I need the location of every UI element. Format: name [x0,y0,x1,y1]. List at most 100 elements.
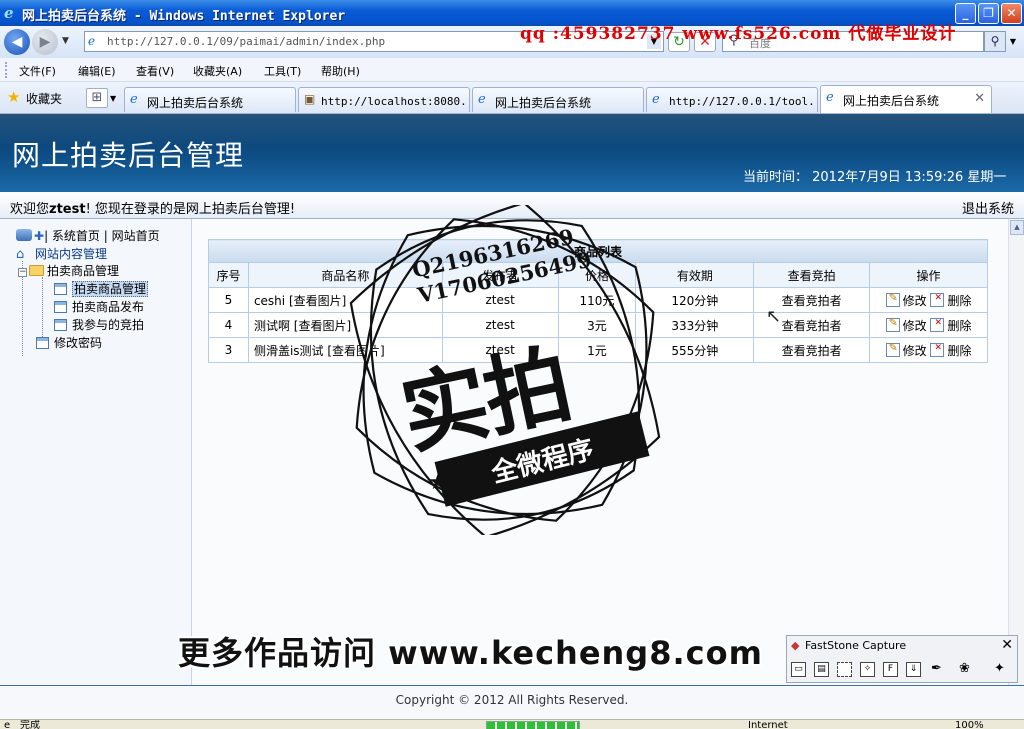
sidebar-item-label: 我参与的竞拍 [72,318,145,332]
quick-tabs-icon[interactable]: ⊞ [86,88,108,108]
delete-button[interactable]: 删除 [930,292,971,309]
close-window-button[interactable]: ✕ [1001,3,1022,24]
vertical-scrollbar[interactable]: ▲ [1008,219,1024,685]
tab-5-active[interactable]: e 网上拍卖后台系统 ✕ [820,85,992,113]
cell-actions: 修改 删除 [869,312,988,338]
table-row: 5 ceshi [查看图片] ztest 110元 120分钟 查看竞拍者 修改… [208,287,988,313]
page-icon [36,337,49,349]
column-header: 操作 [869,262,988,288]
tab-2[interactable]: ▣ http://localhost:8080... [298,87,470,112]
image-icon: ▣ [304,92,316,106]
tab-3[interactable]: e 网上拍卖后台系统 [472,87,644,112]
site-header: 网上拍卖后台管理 当前时间： 2012年7月9日 13:59:26 星期一 [0,114,1024,192]
mouse-cursor-icon: ↖ [766,306,782,327]
capture-object-icon[interactable]: ▤ [814,662,829,677]
cell-name-link[interactable]: ceshi [查看图片] [247,287,443,313]
table-caption: 商品列表 [208,239,988,263]
minimize-button[interactable]: _ [955,3,976,24]
capture-region-icon[interactable] [837,662,852,677]
column-header: 有效期 [635,262,755,288]
cell-id: 4 [208,312,249,338]
star-icon: ★ [428,470,448,495]
ie-page-icon: e [826,90,834,105]
tab-1[interactable]: e 网上拍卖后台系统 [124,87,296,112]
menu-favorites[interactable]: 收藏夹(A) [193,63,242,79]
view-bidders-link[interactable]: 查看竞拍者 [753,337,871,363]
window-title: 网上拍卖后台系统 - Windows Internet Explorer [22,9,346,24]
sidebar-home-links[interactable]: | 系统首页 | 网站首页 [44,229,160,243]
current-time: 当前时间： 2012年7月9日 13:59:26 星期一 [743,170,1007,185]
favorites-button[interactable]: 收藏夹 [26,90,62,107]
faststone-title: FastStone Capture [805,639,907,652]
menu-tools[interactable]: 工具(T) [264,63,301,79]
delete-button[interactable]: 删除 [930,342,971,359]
menu-file[interactable]: 文件(F) [19,63,56,79]
site-title: 网上拍卖后台管理 [12,139,245,172]
cell-actions: 修改 删除 [869,337,988,363]
ie-logo-icon: e [4,4,14,22]
sidebar-item-my-bids[interactable]: 我参与的竞拍 [54,316,144,333]
ie-page-icon: e [130,92,138,107]
cell-price: 3元 [557,312,637,338]
capture-window-icon[interactable]: ▭ [791,662,806,677]
toolbar-grip[interactable] [5,62,8,78]
zoom-level[interactable]: 100% [955,720,984,729]
settings-icon[interactable]: ✦ [992,662,1007,677]
page-icon [54,301,67,313]
star-icon: ★ [620,422,640,447]
forward-arrow-icon: ▶ [39,34,51,50]
sidebar-item-change-password[interactable]: 修改密码 [36,334,102,351]
capture-freehand-icon[interactable]: ✧ [860,662,875,677]
sidebar-item-site-content[interactable]: ⌂ 网站内容管理 [16,245,107,262]
faststone-close-button[interactable]: ✕ [1001,637,1013,653]
back-button[interactable]: ◀ [4,29,30,55]
page-icon [54,319,67,331]
tab-title: 网上拍卖后台系统 [495,96,592,110]
color-picker-icon[interactable]: ✒ [929,662,944,677]
tab-list-dropdown-icon[interactable]: ▼ [110,94,116,103]
delete-button[interactable]: 删除 [930,317,971,334]
menu-help[interactable]: 帮助(H) [321,63,360,79]
sidebar-item-label: 拍卖商品管理 [72,281,149,297]
sidebar-folder-auction[interactable]: − 拍卖商品管理 [18,262,119,279]
copyright-text: Copyright © 2012 All Rights Reserved. [395,693,629,707]
close-tab-icon[interactable]: ✕ [974,91,985,106]
collapse-icon[interactable]: − [18,268,27,277]
cell-validity: 555分钟 [635,337,755,363]
edit-button[interactable]: 修改 [885,291,927,309]
status-text: 完成 [20,720,40,729]
restore-button[interactable]: ❐ [978,3,999,24]
table-row: 3 侧滑盖is测试 [查看图片] ztest 1元 555分钟 查看竞拍者 修改… [208,337,988,363]
edit-button[interactable]: 修改 [885,341,927,359]
history-dropdown-icon[interactable]: ▼ [62,36,69,46]
column-header: 查看竞拍 [753,262,871,288]
status-bar: e 完成 Internet 100% [0,719,1024,729]
capture-scroll-icon[interactable]: ⇓ [906,662,921,677]
palette-icon[interactable]: ❀ [957,662,972,677]
edit-button[interactable]: 修改 [885,316,927,334]
sidebar-item-auction-publish[interactable]: 拍卖商品发布 [54,298,144,315]
menu-view[interactable]: 查看(V) [136,63,174,79]
welcome-user: ztest [49,202,86,217]
search-button[interactable]: ⚲ [984,31,1006,52]
scroll-up-arrow-icon[interactable]: ▲ [1010,220,1024,235]
page-icon: e [88,34,96,48]
faststone-capture-panel[interactable]: ◆ FastStone Capture ✕ ▭ ▤ ✧ F ⇓ ✒ ❀ ✦ [786,635,1018,683]
ie-page-icon: e [652,92,660,107]
tab-4[interactable]: e http://127.0.0.1/tool... [646,87,818,112]
cell-price: 1元 [557,337,637,363]
cell-name-link[interactable]: 测试啊 [查看图片] [247,312,443,338]
column-header: 序号 [208,262,249,288]
cell-actions: 修改 删除 [869,287,988,313]
forward-button[interactable]: ▶ [32,29,58,55]
sidebar-item-auction-manage[interactable]: 拍卖商品管理 [54,280,149,297]
favorites-star-icon[interactable]: ★ [7,88,20,106]
sidebar-item-label: 拍卖商品发布 [72,300,145,314]
promo-overlay-text: 更多作品访问 www.kecheng8.com [178,634,763,672]
logout-link[interactable]: 退出系统 [962,198,1014,217]
capture-fullscreen-icon[interactable]: F [883,662,898,677]
menu-edit[interactable]: 编辑(E) [78,63,116,79]
page-footer: Copyright © 2012 All Rights Reserved. [0,685,1024,719]
address-url[interactable]: http://127.0.0.1/09/paimai/admin/index.p… [107,35,385,48]
search-options-dropdown-icon[interactable]: ▼ [1006,31,1020,52]
